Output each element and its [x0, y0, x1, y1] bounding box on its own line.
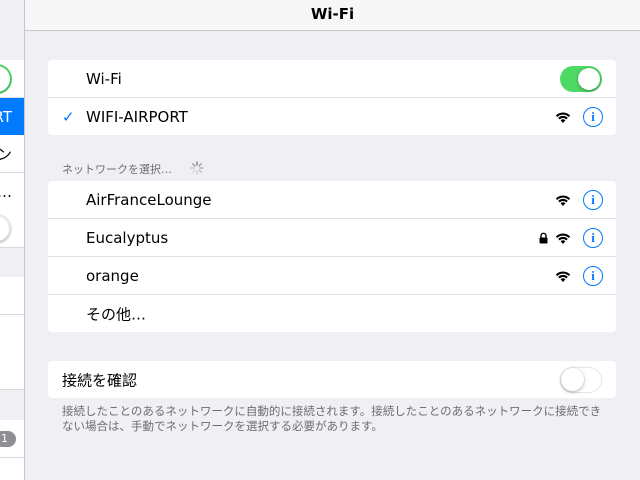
network-row-orange[interactable]: orange i [48, 257, 616, 295]
nav-bar: Wi-Fi [25, 0, 640, 31]
master-toggle-off[interactable] [0, 213, 12, 244]
choose-network-header: ネットワークを選択… [62, 163, 172, 176]
info-icon[interactable]: i [583, 189, 603, 210]
network-row-eucalyptus[interactable]: Eucalyptus i [48, 219, 616, 257]
master-row-wifi-label: RPORT [0, 107, 12, 126]
master-row-7[interactable] [0, 315, 24, 353]
wifi-icon [555, 233, 571, 244]
master-row-9[interactable]: 1 [0, 420, 24, 458]
network-row-airfrancelounge[interactable]: AirFranceLounge i [48, 181, 616, 219]
connected-network-row[interactable]: ✓ WIFI-AIRPORT i [48, 98, 616, 135]
network-list: AirFranceLounge i Eucalyptus i orange i … [48, 181, 616, 332]
ask-to-join-group: 接続を確認 [48, 361, 616, 398]
ask-to-join-description: 接続したことのあるネットワークに自動的に接続されます。接続したことのあるネットワ… [62, 404, 602, 433]
spinner-icon [190, 161, 204, 175]
master-row-4[interactable]: … [0, 173, 24, 211]
wifi-label: Wi-Fi [86, 69, 122, 88]
info-icon[interactable]: i [583, 265, 603, 286]
other-network-label: その他… [86, 305, 147, 323]
network-name: orange [86, 266, 139, 285]
ask-to-join-toggle[interactable] [560, 366, 602, 393]
master-row-toggle[interactable] [0, 60, 24, 98]
master-row-6[interactable] [0, 277, 24, 315]
master-toggle[interactable] [0, 63, 12, 94]
master-badge: 1 [0, 430, 16, 447]
network-name: AirFranceLounge [86, 190, 212, 209]
master-row-wifi-selected[interactable]: RPORT [0, 98, 24, 136]
ask-to-join-row: 接続を確認 [48, 361, 616, 398]
master-row-8[interactable] [0, 352, 24, 390]
ask-to-join-label: 接続を確認 [62, 371, 138, 389]
master-pane: RPORT ン … 1 [0, 0, 25, 480]
info-icon[interactable]: i [583, 106, 603, 127]
other-network-row[interactable]: その他… [48, 295, 616, 332]
master-row-10[interactable] [0, 458, 24, 480]
master-row-5[interactable] [0, 210, 24, 248]
master-row-3[interactable]: ン [0, 135, 24, 173]
wifi-toggle[interactable] [560, 65, 602, 92]
network-name: Eucalyptus [86, 228, 169, 247]
info-icon[interactable]: i [583, 227, 603, 248]
wifi-group: Wi-Fi ✓ WIFI-AIRPORT i [48, 60, 616, 135]
master-row-3-label: ン [0, 143, 12, 164]
wifi-toggle-row: Wi-Fi [48, 60, 616, 98]
wifi-icon [555, 195, 571, 206]
lock-icon [539, 232, 548, 243]
wifi-icon [555, 112, 571, 123]
connected-network-name: WIFI-AIRPORT [86, 107, 188, 126]
checkmark-icon: ✓ [62, 107, 75, 126]
page-title: Wi-Fi [310, 5, 355, 23]
wifi-icon [555, 271, 571, 282]
master-row-4-label: … [0, 183, 12, 201]
